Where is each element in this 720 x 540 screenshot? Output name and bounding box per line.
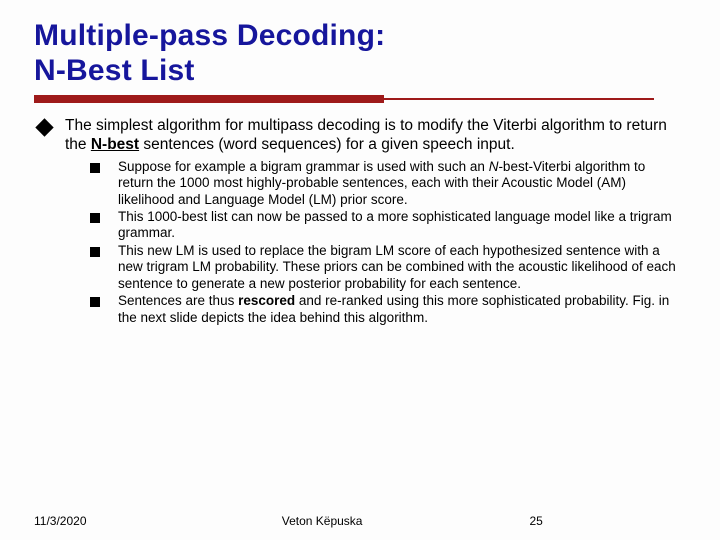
bullet-level-2-list: Suppose for example a bigram grammar is … (90, 159, 686, 327)
level1-text: The simplest algorithm for multipass dec… (65, 117, 686, 155)
l1-bold: N-best (91, 136, 139, 153)
list-item: Sentences are thus rescored and re-ranke… (90, 293, 686, 326)
sub1-a: This 1000-best list can now be passed to… (118, 209, 672, 240)
title-line-2: N-Best List (34, 54, 195, 87)
square-icon (90, 163, 100, 173)
sub3-a: Sentences are thus (118, 293, 238, 308)
square-icon (90, 297, 100, 307)
footer-author: Veton Këpuska (282, 514, 530, 528)
footer-date: 11/3/2020 (34, 514, 282, 528)
level2-text: Suppose for example a bigram grammar is … (118, 159, 678, 208)
list-item: This new LM is used to replace the bigra… (90, 243, 686, 292)
sub3-bold: rescored (238, 293, 295, 308)
slide: Multiple-pass Decoding: N-Best List The … (0, 0, 720, 326)
level2-text: This new LM is used to replace the bigra… (118, 243, 678, 292)
l1-part-b: sentences (word sequences) for a given s… (139, 136, 515, 153)
footer: 11/3/2020 Veton Këpuska 25 (0, 514, 720, 528)
bullet-level-1: The simplest algorithm for multipass dec… (38, 117, 686, 155)
sub0-ital: N (489, 159, 499, 174)
level2-text: This 1000-best list can now be passed to… (118, 209, 678, 242)
square-icon (90, 213, 100, 223)
square-icon (90, 247, 100, 257)
title-line-1: Multiple-pass Decoding: (34, 19, 385, 52)
list-item: Suppose for example a bigram grammar is … (90, 159, 686, 208)
sub0-a: Suppose for example a bigram grammar is … (118, 159, 489, 174)
title-underline (34, 95, 686, 103)
level2-text: Sentences are thus rescored and re-ranke… (118, 293, 678, 326)
list-item: This 1000-best list can now be passed to… (90, 209, 686, 242)
slide-title: Multiple-pass Decoding: N-Best List (34, 18, 686, 89)
footer-page-number: 25 (530, 514, 686, 528)
diamond-icon (35, 118, 53, 136)
sub2-a: This new LM is used to replace the bigra… (118, 243, 676, 291)
